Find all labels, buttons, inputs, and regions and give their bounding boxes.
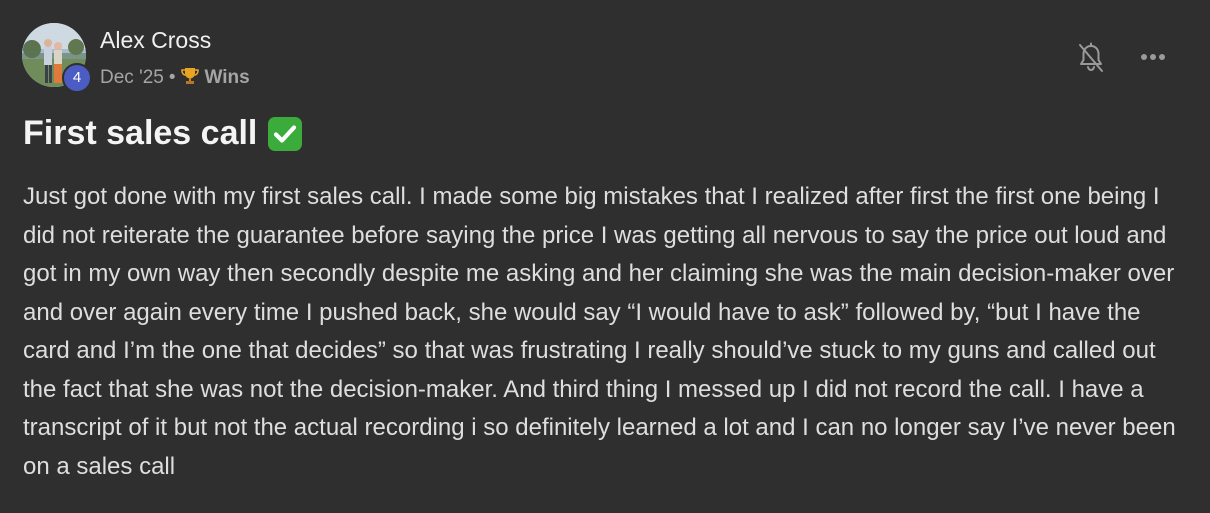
more-horizontal-icon[interactable] bbox=[1138, 46, 1170, 68]
avatar-container[interactable]: 4 bbox=[22, 23, 92, 93]
check-mark-button-icon bbox=[267, 116, 303, 152]
post-title-text: First sales call bbox=[23, 114, 258, 152]
post-title: First sales call bbox=[23, 114, 303, 153]
bell-off-icon[interactable] bbox=[1076, 42, 1106, 74]
trophy-icon bbox=[180, 66, 200, 92]
level-badge: 4 bbox=[62, 63, 92, 93]
post-date[interactable]: Dec '25 bbox=[100, 67, 164, 89]
author-name[interactable]: Alex Cross bbox=[100, 27, 211, 54]
post-card: 4 Alex Cross Dec '25 • Wins First sales … bbox=[0, 0, 1210, 513]
post-meta: Dec '25 • Wins bbox=[100, 65, 250, 91]
meta-separator: • bbox=[168, 67, 176, 88]
post-category[interactable]: Wins bbox=[204, 67, 249, 89]
post-body: Just got done with my first sales call. … bbox=[23, 183, 1176, 480]
